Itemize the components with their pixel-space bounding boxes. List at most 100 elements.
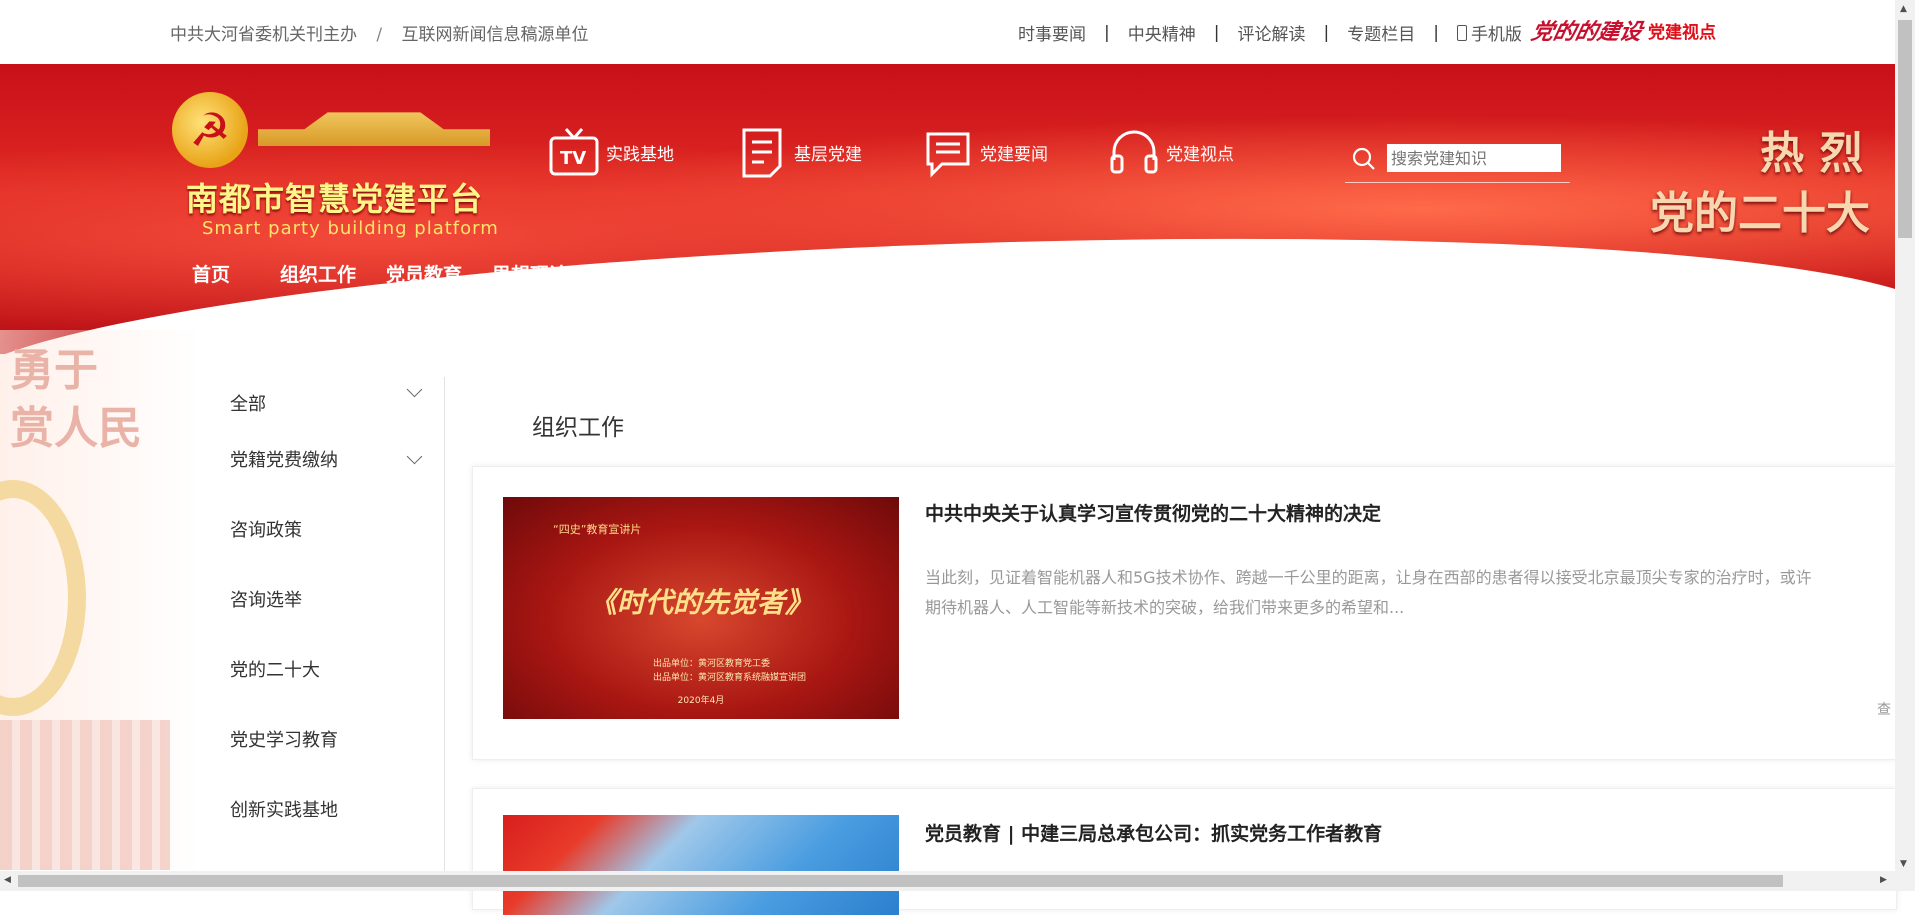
side-item-label: 创新实践基地: [230, 800, 338, 821]
article-title[interactable]: 党员教育 | 中建三局总承包公司：抓实党务工作者教育: [925, 819, 1382, 846]
link-current-news[interactable]: 时事要闻: [1000, 20, 1104, 45]
nav-theory-garden[interactable]: 理论园地: [1128, 260, 1204, 287]
nav-theory[interactable]: 思想理论: [492, 260, 568, 287]
separator: /: [376, 25, 383, 45]
thumb-date: 2020年4月: [677, 696, 725, 706]
article-title[interactable]: 中共中央关于认真学习宣传贯彻党的二十大精神的决定: [925, 499, 1381, 526]
nav-models[interactable]: 先进典型: [704, 260, 780, 287]
sidebar-divider: [444, 377, 445, 873]
nav-history[interactable]: 党的历史: [598, 260, 674, 287]
link-commentary[interactable]: 评论解读: [1219, 20, 1323, 45]
side-item-label: 全部: [230, 394, 266, 415]
side-item-all[interactable]: 全部: [230, 381, 430, 424]
brand-script-logo: 党的的建设: [1528, 19, 1645, 45]
link-special-column[interactable]: 专题栏目: [1329, 20, 1433, 45]
section-title: 组织工作: [532, 415, 624, 441]
side-item-dues[interactable]: 党籍党费缴纳: [230, 424, 430, 494]
article-desc: 当此刻，见证着智能机器人和5G技术协作、跨越一千公里的距离，让身在西部的患者得以…: [925, 563, 1885, 623]
scroll-left-icon[interactable]: ◀: [4, 875, 11, 885]
thumb-credits: 出品单位：黄河区教育党工委 出品单位：黄河区教育系统融媒宣讲团: [653, 657, 806, 685]
side-menu: 全部 党籍党费缴纳 咨询政策 咨询选举 党的二十大 党史学习教育 创新实践基地: [230, 381, 430, 844]
callig-line2: 赏人民: [10, 403, 142, 454]
scroll-up-icon[interactable]: ▲: [1900, 4, 1907, 14]
side-item-policy[interactable]: 咨询政策: [230, 494, 430, 564]
side-item-label: 党籍党费缴纳: [230, 450, 338, 471]
scrollbar-thumb[interactable]: [1898, 20, 1912, 238]
article-thumbnail[interactable]: “四史”教育宣讲片 《时代的先觉者》 出品单位：黄河区教育党工委 出品单位：黄河…: [503, 497, 899, 719]
nav-exchange[interactable]: 观摩交流: [810, 260, 886, 287]
link-central-spirit[interactable]: 中央精神: [1110, 20, 1214, 45]
slogan-line2: 党的二十大: [1650, 188, 1870, 239]
brand-logo-link[interactable]: 党的的建设 党建视点: [1528, 12, 1717, 48]
article-desc-line: 当此刻，见证着智能机器人和5G技术协作、跨越一千公里的距离，让身在西部的患者得以…: [925, 568, 1812, 587]
nav-branch-life[interactable]: 支部生活: [1022, 260, 1098, 287]
nav-models-2[interactable]: 先进典型: [1234, 260, 1310, 287]
iconnav-party-news[interactable]: 党建要闻: [922, 126, 1048, 178]
phone-icon: [1456, 25, 1467, 41]
iconnav-label: 党建视点: [1166, 144, 1234, 165]
source-unit-text: 互联网新闻信息稿源单位: [401, 25, 589, 45]
iconnav-label: 实践基地: [606, 144, 674, 165]
thumb-headline: 《时代的先觉者》: [588, 586, 813, 619]
scroll-down-icon[interactable]: ▼: [1900, 859, 1907, 869]
site-logo[interactable]: ☭ 南都市智慧党建平台 Smart party building platfor…: [172, 92, 498, 239]
side-decor: 勇于 赏人民: [0, 330, 200, 870]
side-item-20th-congress[interactable]: 党的二十大: [230, 634, 430, 704]
horizontal-scrollbar[interactable]: ◀ ▶: [0, 871, 1895, 891]
iconnav-label: 基层党建: [794, 144, 862, 165]
article-desc-line: 期待机器人、人工智能等新技术的突破，给我们带来更多的希望和...: [925, 598, 1405, 617]
side-item-label: 咨询政策: [230, 520, 302, 541]
document-icon: [736, 126, 788, 178]
view-more-link[interactable]: 查: [1877, 699, 1891, 719]
iconnav-grassroots[interactable]: 基层党建: [736, 126, 862, 178]
nav-member-education[interactable]: 党员教育: [386, 260, 462, 287]
iconnav-practice-base[interactable]: TV 实践基地: [548, 126, 674, 178]
brand-label: 党建视点: [1648, 22, 1717, 43]
nav-organization[interactable]: 组织工作: [280, 260, 356, 287]
link-mobile[interactable]: 手机版: [1439, 20, 1540, 45]
article-card[interactable]: 党员教育 | 中建三局总承包公司：抓实党务工作者教育: [472, 788, 1897, 915]
party-emblem-icon: ☭: [172, 92, 248, 168]
nav-support[interactable]: 对口支援: [1446, 260, 1522, 287]
side-item-election[interactable]: 咨询选举: [230, 564, 430, 634]
side-item-label: 咨询选举: [230, 590, 302, 611]
side-item-history-education[interactable]: 党史学习教育: [230, 704, 430, 774]
top-bar-left: 中共大河省委机关刊主办 / 互联网新闻信息稿源单位: [170, 20, 603, 45]
side-item-label: 党的二十大: [230, 660, 320, 681]
sponsor-text: 中共大河省委机关刊主办: [170, 25, 357, 45]
article-thumbnail[interactable]: [503, 815, 899, 915]
chevron-down-icon: [406, 448, 423, 464]
chat-icon: [922, 126, 974, 178]
mobile-label: 手机版: [1470, 25, 1522, 45]
side-item-innovation-base[interactable]: 创新实践基地: [230, 774, 430, 844]
scrollbar-thumb[interactable]: [18, 875, 1783, 887]
headphones-icon: [1108, 126, 1160, 178]
top-bar: 中共大河省委机关刊主办 / 互联网新闻信息稿源单位 时事要闻 | 中央精神 | …: [0, 0, 1895, 64]
main-nav: 首页 组织工作 党员教育 思想理论 党的历史 先进典型 观摩交流 课件资源 支部…: [192, 260, 1552, 287]
vertical-scrollbar[interactable]: ▲ ▼: [1895, 0, 1915, 891]
nav-courseware[interactable]: 课件资源: [916, 260, 992, 287]
iconnav-party-viewpoint[interactable]: 党建视点: [1108, 126, 1234, 178]
tv-icon: TV: [548, 126, 600, 178]
thumb-credit-line: 出品单位：黄河区教育系统融媒宣讲团: [653, 673, 807, 683]
article-card[interactable]: “四史”教育宣讲片 《时代的先觉者》 出品单位：黄河区教育党工委 出品单位：黄河…: [472, 466, 1897, 760]
calligraphy-decor: 勇于 赏人民: [10, 342, 142, 458]
scroll-right-icon[interactable]: ▶: [1880, 875, 1887, 885]
nav-home[interactable]: 首页: [192, 260, 230, 287]
search-icon[interactable]: [1351, 146, 1377, 172]
header-banner: ☭ 南都市智慧党建平台 Smart party building platfor…: [0, 64, 1895, 354]
search-input[interactable]: [1387, 144, 1561, 172]
side-item-label: 党史学习教育: [230, 730, 338, 751]
slogan-decor: 热 烈 党的二十大: [1650, 124, 1870, 244]
callig-line1: 勇于: [10, 345, 98, 396]
building-decor: [0, 720, 170, 870]
nav-vanguard[interactable]: 先锋行动: [1340, 260, 1416, 287]
site-title: 南都市智慧党建平台: [186, 180, 484, 218]
emblem-decor: [0, 480, 86, 716]
thumb-tag: “四史”教育宣讲片: [553, 523, 642, 536]
thumb-credit-line: 出品单位：黄河区教育党工委: [653, 659, 771, 669]
chevron-down-icon: [406, 381, 423, 398]
slogan-line1: 热 烈: [1760, 128, 1864, 179]
svg-text:TV: TV: [560, 148, 586, 169]
search-box: [1345, 138, 1570, 183]
